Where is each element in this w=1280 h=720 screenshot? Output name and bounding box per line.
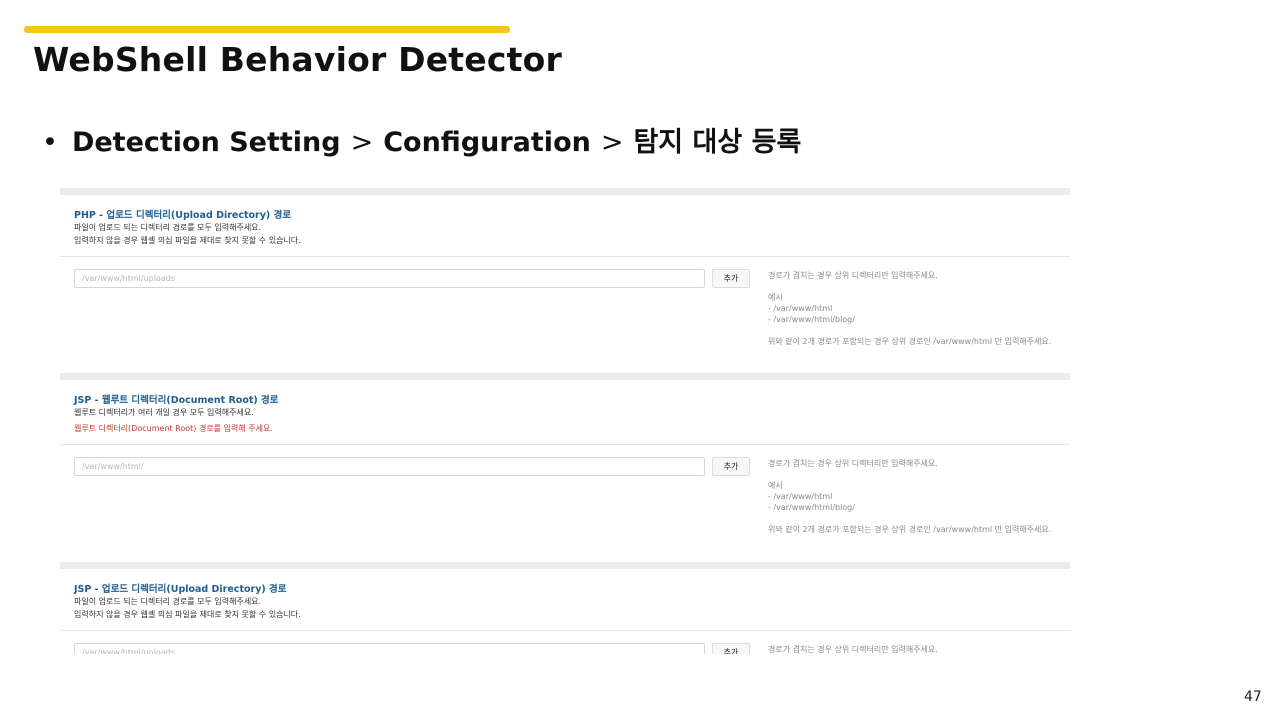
upload-path-input[interactable] [74, 643, 705, 654]
section-divider [60, 444, 1070, 445]
section-title: PHP - 업로드 디렉터리(Upload Directory) 경로 [74, 210, 292, 221]
document-root-input[interactable] [74, 457, 705, 476]
section-divider [60, 630, 1070, 631]
section-header-band [60, 188, 1070, 195]
section-description: 파일이 업로드 되는 디렉터리 경로를 모두 입력해주세요. [74, 223, 262, 232]
title-accent-bar [24, 26, 510, 33]
slide-title: WebShell Behavior Detector [33, 40, 562, 79]
help-note: 위와 같이 2개 경로가 포함되는 경우 상위 경로인 /var/www/htm… [768, 525, 1052, 534]
add-path-button[interactable]: 추가 [712, 457, 750, 476]
slide: WebShell Behavior Detector • Detection Se… [0, 0, 1280, 720]
section-description: 웹루트 디렉터리가 여러 개일 경우 모두 입력해주세요. [74, 408, 254, 417]
add-path-button[interactable]: 추가 [712, 643, 750, 654]
help-example: - /var/www/html [768, 492, 833, 501]
breadcrumb-separator: > [600, 127, 624, 158]
help-line: 경로가 겹치는 경우 상위 디렉터리만 입력해주세요. [768, 271, 938, 280]
validation-warning: 웹루트 디렉터리(Document Root) 경로를 입력해 주세요. [74, 424, 273, 433]
bullet-icon: • [42, 127, 58, 158]
breadcrumb-separator: > [350, 127, 374, 158]
help-example-label: 예시 [768, 293, 783, 302]
breadcrumb: • Detection Setting > Configuration > 탐지 대상 등… [42, 120, 801, 159]
breadcrumb-item-configuration: Configuration [383, 127, 591, 158]
help-line: 경로가 겹치는 경우 상위 디렉터리만 입력해주세요. [768, 645, 938, 654]
help-text: 경로가 겹치는 경우 상위 디렉터리만 입력해주세요. 예시 - /var/ww… [768, 458, 1068, 535]
section-title: JSP - 업로드 디렉터리(Upload Directory) 경로 [74, 584, 287, 595]
help-note: 위와 같이 2개 경로가 포함되는 경우 상위 경로인 /var/www/htm… [768, 337, 1052, 346]
help-example: - /var/www/html/blog/ [768, 503, 855, 512]
upload-path-input[interactable] [74, 269, 705, 288]
breadcrumb-item-target-registration: 탐지 대상 등록 [633, 127, 802, 158]
help-text: 경로가 겹치는 경우 상위 디렉터리만 입력해주세요. 예시 - /var/ww… [768, 270, 1068, 347]
section-description: 입력하지 않을 경우 웹셸 의심 파일을 제대로 찾지 못할 수 있습니다. [74, 610, 301, 619]
help-example: - /var/www/html/blog/ [768, 315, 855, 324]
section-title: JSP - 웹루트 디렉터리(Document Root) 경로 [74, 395, 279, 406]
page-number: 47 [1244, 689, 1262, 705]
settings-panel-screenshot: PHP - 업로드 디렉터리(Upload Directory) 경로 파일이 … [60, 188, 1070, 654]
section-header-band [60, 373, 1070, 380]
help-line: 경로가 겹치는 경우 상위 디렉터리만 입력해주세요. [768, 459, 938, 468]
help-text: 경로가 겹치는 경우 상위 디렉터리만 입력해주세요. [768, 644, 1068, 654]
section-description: 파일이 업로드 되는 디렉터리 경로를 모두 입력해주세요. [74, 597, 262, 606]
help-example-label: 예시 [768, 481, 783, 490]
breadcrumb-item-detection-setting: Detection Setting [71, 127, 341, 158]
section-description: 입력하지 않을 경우 웹셸 의심 파일을 제대로 찾지 못할 수 있습니다. [74, 236, 301, 245]
section-divider [60, 256, 1070, 257]
section-header-band [60, 562, 1070, 569]
help-example: - /var/www/html [768, 304, 833, 313]
add-path-button[interactable]: 추가 [712, 269, 750, 288]
